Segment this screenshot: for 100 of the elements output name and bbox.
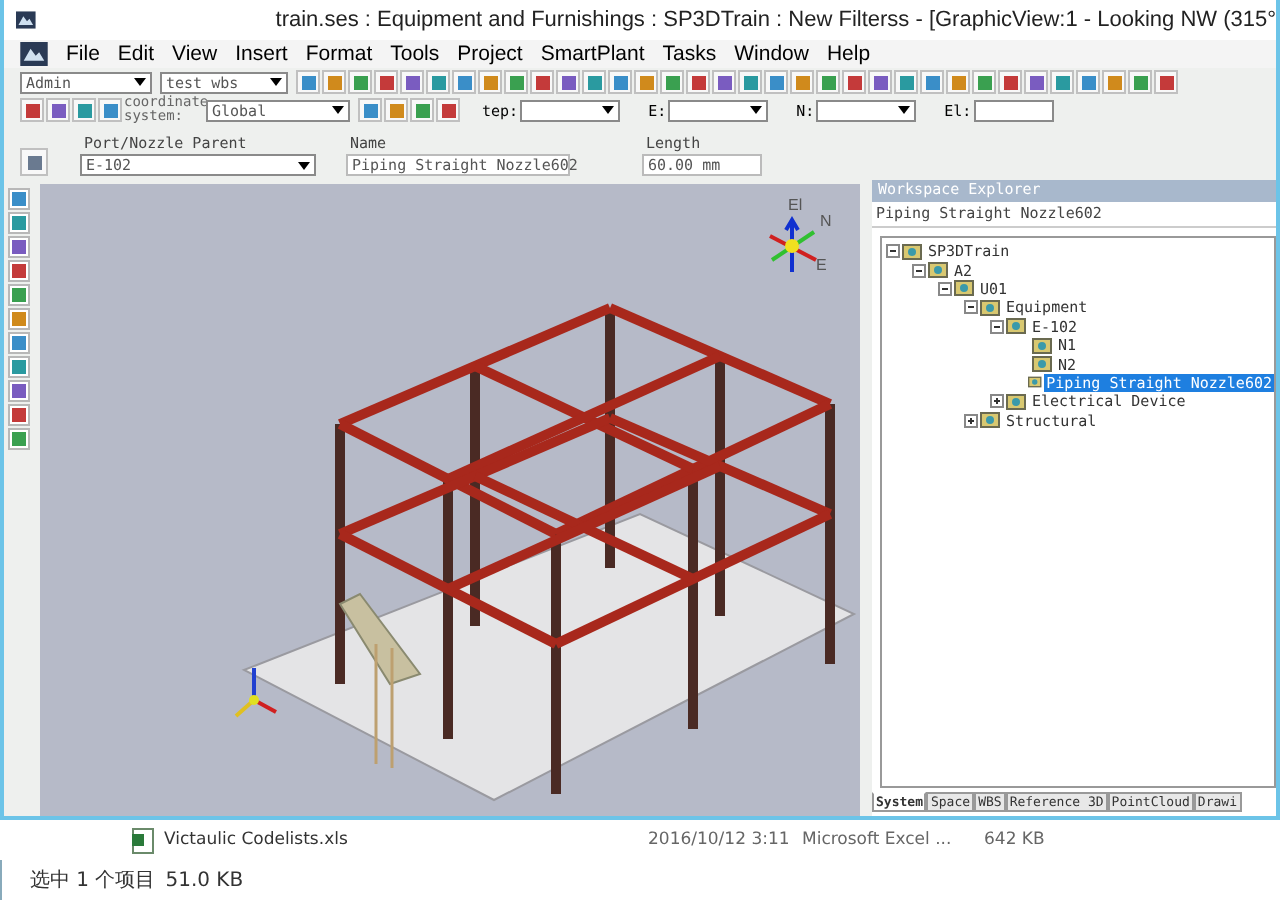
- menu-item[interactable]: View: [172, 42, 218, 66]
- tool-button[interactable]: [8, 212, 30, 234]
- toolbar-button[interactable]: [686, 70, 710, 94]
- expander-icon[interactable]: [938, 281, 952, 296]
- node-icon: [1006, 316, 1028, 337]
- toolbar-button[interactable]: [1154, 70, 1178, 94]
- toolbar-button[interactable]: [1102, 70, 1126, 94]
- caret-icon: [134, 78, 146, 86]
- toolbar-button[interactable]: [946, 70, 970, 94]
- toolbar-button[interactable]: [660, 70, 684, 94]
- tool-button[interactable]: [8, 284, 30, 306]
- toolbar-button[interactable]: [504, 70, 528, 94]
- selection-count: 选中 1 个项目: [30, 867, 156, 894]
- toolbar-button[interactable]: [20, 98, 44, 122]
- compass-label: E: [816, 256, 827, 274]
- expander-icon[interactable]: [886, 244, 900, 259]
- app-icon: [16, 6, 36, 34]
- file-name[interactable]: Victaulic Codelists.xls: [164, 830, 648, 850]
- file-date: 2016/10/12 3:11: [648, 830, 792, 850]
- node-icon: [954, 278, 976, 299]
- toolbar-button[interactable]: [894, 70, 918, 94]
- node-icon: [1032, 354, 1054, 375]
- toolbar-button[interactable]: [868, 70, 892, 94]
- toolbar-button[interactable]: [1076, 70, 1100, 94]
- toolbar-button[interactable]: [712, 70, 736, 94]
- app-icon[interactable]: [20, 42, 48, 66]
- expander-icon[interactable]: [912, 263, 926, 278]
- menu-item[interactable]: Insert: [235, 42, 288, 66]
- menu-item[interactable]: Help: [826, 42, 871, 66]
- menu-item[interactable]: SmartPlant: [540, 42, 645, 66]
- expander-icon[interactable]: [990, 319, 1004, 334]
- menu-item[interactable]: File: [66, 42, 100, 66]
- toolbar-button[interactable]: [452, 70, 476, 94]
- toolbar-button[interactable]: [436, 98, 460, 122]
- tool-button[interactable]: [8, 236, 30, 258]
- expander-icon[interactable]: [990, 394, 1004, 409]
- properties-button[interactable]: [20, 148, 48, 176]
- expander-icon[interactable]: [964, 300, 978, 315]
- caret-icon: [270, 78, 282, 86]
- toolbar-button[interactable]: [296, 70, 320, 94]
- caret-icon: [298, 161, 310, 169]
- step-dropdown[interactable]: [520, 99, 621, 121]
- tool-button[interactable]: [8, 308, 30, 330]
- toolbar-button[interactable]: [764, 70, 788, 94]
- caret-icon: [898, 106, 911, 114]
- tool-button[interactable]: [8, 428, 30, 450]
- menu-item[interactable]: Tools: [390, 42, 440, 66]
- toolbar-button[interactable]: [738, 70, 762, 94]
- toolbar-button[interactable]: [634, 70, 658, 94]
- axis-triad-icon: [234, 668, 277, 718]
- graphic-view[interactable]: El N E: [40, 184, 860, 816]
- toolbar-button[interactable]: [816, 70, 840, 94]
- menu-item[interactable]: Edit: [117, 42, 155, 66]
- window-title: train.ses : Equipment and Furnishings : SP3DTrain : New Filterss - [GraphicView:1 - Looking NW (315°: [275, 8, 1276, 32]
- expander-icon[interactable]: [964, 413, 978, 428]
- node-icon: [980, 297, 1002, 318]
- toolbar-button[interactable]: [1024, 70, 1048, 94]
- toolbar-button[interactable]: [1050, 70, 1074, 94]
- tool-button[interactable]: [8, 332, 30, 354]
- toolbar-button[interactable]: [410, 98, 434, 122]
- tool-button[interactable]: [8, 356, 30, 378]
- toolbar-button[interactable]: [374, 70, 398, 94]
- menu-item[interactable]: Format: [305, 42, 373, 66]
- toolbar-button[interactable]: [842, 70, 866, 94]
- toolbar-button[interactable]: [426, 70, 450, 94]
- toolbar-button[interactable]: [1128, 70, 1152, 94]
- compass-label: N: [820, 212, 832, 230]
- toolbar-button[interactable]: [556, 70, 580, 94]
- selection-size: 51.0 KB: [165, 869, 244, 891]
- node-icon: [1032, 335, 1054, 356]
- node-icon: [1006, 391, 1028, 412]
- toolbar-button[interactable]: [72, 98, 96, 122]
- north-dropdown[interactable]: [816, 99, 917, 121]
- tool-button[interactable]: [8, 260, 30, 282]
- east-dropdown[interactable]: [668, 99, 769, 121]
- menu-item[interactable]: Project: [457, 42, 523, 66]
- tool-button[interactable]: [8, 380, 30, 402]
- toolbar-button[interactable]: [98, 98, 122, 122]
- compass-label: El: [788, 196, 803, 214]
- menu-item[interactable]: Window: [734, 42, 809, 66]
- tool-button[interactable]: [8, 188, 30, 210]
- toolbar-button[interactable]: [790, 70, 814, 94]
- toolbar-button[interactable]: [530, 70, 554, 94]
- toolbar-button[interactable]: [972, 70, 996, 94]
- tool-button[interactable]: [8, 404, 30, 426]
- toolbar-button[interactable]: [920, 70, 944, 94]
- file-type: Microsoft Excel ...: [802, 830, 954, 850]
- menu-item[interactable]: Tasks: [662, 42, 717, 66]
- toolbar-button[interactable]: [46, 98, 70, 122]
- toolbar-button[interactable]: [608, 70, 632, 94]
- toolbar-button[interactable]: [478, 70, 502, 94]
- toolbar-button[interactable]: [358, 98, 382, 122]
- elevation-dropdown[interactable]: [973, 99, 1054, 121]
- caret-icon: [332, 106, 344, 114]
- toolbar-button[interactable]: [582, 70, 606, 94]
- toolbar-button[interactable]: [348, 70, 372, 94]
- toolbar-button[interactable]: [998, 70, 1022, 94]
- toolbar-button[interactable]: [322, 70, 346, 94]
- toolbar-button[interactable]: [400, 70, 424, 94]
- toolbar-button[interactable]: [384, 98, 408, 122]
